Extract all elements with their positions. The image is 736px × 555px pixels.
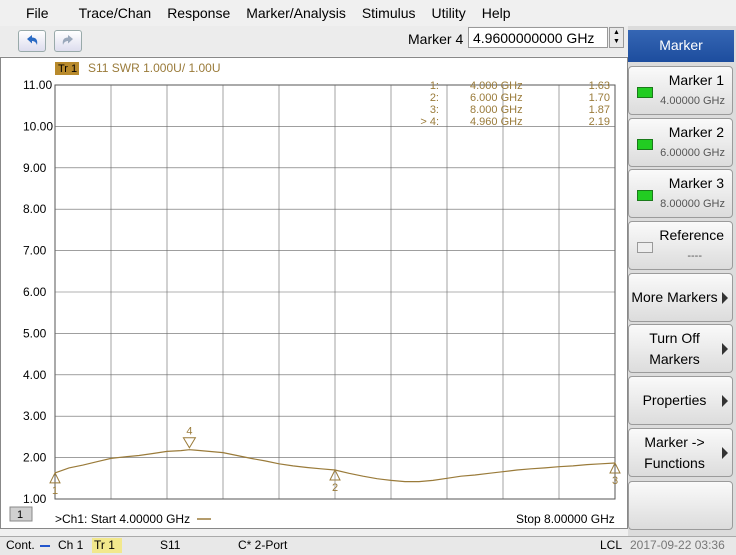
status-bar: Cont. Ch 1 Tr 1 S11 C* 2-Port LCL 2017-0… bbox=[0, 536, 736, 555]
properties-label: Properties bbox=[642, 392, 707, 408]
svg-text:3: 3 bbox=[612, 475, 618, 487]
status-calibration: C* 2-Port bbox=[238, 538, 288, 552]
reference-label: Reference bbox=[659, 227, 724, 243]
undo-button[interactable] bbox=[18, 30, 46, 52]
marker-readout-value: 1.63 bbox=[589, 80, 610, 92]
stop-frequency: Stop 8.00000 GHz bbox=[516, 512, 615, 526]
menu-stimulus[interactable]: Stimulus bbox=[354, 0, 424, 26]
y-tick-label: 9.00 bbox=[23, 161, 47, 175]
svg-text:4: 4 bbox=[186, 426, 192, 438]
marker-readout-value: 1.70 bbox=[589, 92, 610, 104]
empty-softkey-label bbox=[629, 482, 720, 529]
menu-utility[interactable]: Utility bbox=[424, 0, 474, 26]
marker-readout-table: 1: 4.000 GHz 1.63 2: 6.000 GHz 1.70 3: 8.000 GH… bbox=[420, 80, 610, 128]
menu-file[interactable]: File bbox=[0, 0, 57, 26]
menu-bar: File Trace/Chan Response Marker/Analysis… bbox=[0, 0, 736, 26]
more-markers-label: More Markers bbox=[631, 289, 718, 305]
chevron-right-icon bbox=[722, 394, 728, 407]
y-tick-label: 8.00 bbox=[23, 202, 47, 216]
y-tick-label: 10.00 bbox=[23, 119, 53, 133]
marker-1-led bbox=[637, 87, 653, 98]
marker-frequency-input[interactable]: 4.9600000000 GHz bbox=[468, 27, 608, 48]
channel-number: 1 bbox=[17, 509, 23, 521]
y-tick-label: 4.00 bbox=[23, 368, 47, 382]
turn-off-markers-button[interactable]: Turn Off Markers bbox=[628, 324, 733, 373]
y-tick-label: 7.00 bbox=[23, 244, 47, 258]
y-tick-label: 2.00 bbox=[23, 451, 47, 465]
marker-3-led bbox=[637, 190, 653, 201]
menu-marker-analysis[interactable]: Marker/Analysis bbox=[238, 0, 354, 26]
more-markers-button[interactable]: More Markers bbox=[628, 273, 733, 322]
chart-frame: 11.00 10.00 9.00 8.00 7.00 6.00 5.00 4.00 3.00 2.… bbox=[0, 57, 628, 529]
svg-text:1: 1 bbox=[52, 485, 58, 497]
marker-readout-id: 2: bbox=[430, 92, 439, 104]
active-marker-label: Marker 4 bbox=[408, 31, 464, 47]
softkey-title: Marker bbox=[628, 30, 734, 62]
y-tick-label: 3.00 bbox=[23, 409, 47, 423]
turn-off-markers-label: Turn Off Markers bbox=[649, 329, 700, 367]
status-lcl: LCL bbox=[600, 538, 623, 552]
y-tick-label: 6.00 bbox=[23, 285, 47, 299]
redo-button[interactable] bbox=[54, 30, 82, 52]
status-trace[interactable]: Tr 1 bbox=[92, 538, 122, 553]
reference-led bbox=[637, 242, 653, 253]
marker-readout-id: 1: bbox=[430, 80, 439, 92]
marker-readout-freq: 8.000 GHz bbox=[470, 104, 523, 116]
marker-frequency-spinner[interactable]: ▲ ▼ bbox=[609, 27, 624, 48]
sweep-mode[interactable]: Cont. bbox=[6, 537, 35, 554]
marker-3-button[interactable]: Marker 3 8.00000 GHz bbox=[628, 169, 733, 218]
start-frequency: >Ch1: Start 4.00000 GHz bbox=[55, 512, 190, 526]
marker-2-freq: 6.00000 GHz bbox=[660, 147, 725, 159]
marker-1-label: Marker 1 bbox=[668, 72, 724, 88]
marker-functions-label: Marker -> Functions bbox=[644, 433, 705, 471]
y-axis-labels: 11.00 10.00 9.00 8.00 7.00 6.00 5.00 4.00 3.00 2.… bbox=[23, 78, 53, 506]
marker-readout-id: > 4: bbox=[420, 116, 439, 128]
marker-readout-id: 3: bbox=[430, 104, 439, 116]
marker-readout-freq: 4.960 GHz bbox=[470, 116, 523, 128]
svg-text:2: 2 bbox=[332, 482, 338, 494]
redo-arrow-icon bbox=[62, 35, 73, 45]
empty-softkey[interactable] bbox=[628, 481, 733, 530]
marker-readout-freq: 4.000 GHz bbox=[470, 80, 523, 92]
chevron-right-icon bbox=[722, 291, 728, 304]
reference-value: ---- bbox=[687, 250, 702, 262]
marker-2-led bbox=[637, 139, 653, 150]
marker-1-button[interactable]: Marker 1 4.00000 GHz bbox=[628, 66, 733, 115]
marker-2-label: Marker 2 bbox=[668, 124, 724, 140]
swr-chart: 11.0010.009.008.007.006.005.004.003.002.… bbox=[9, 61, 621, 526]
y-tick-label: 5.00 bbox=[23, 326, 47, 340]
marker-2-button[interactable]: Marker 2 6.00000 GHz bbox=[628, 118, 733, 167]
marker-4-symbol: 4 bbox=[182, 426, 197, 449]
undo-arrow-icon bbox=[27, 35, 38, 45]
trace-tag: Tr 1 bbox=[58, 63, 77, 75]
reference-marker-button[interactable]: Reference ---- bbox=[628, 221, 733, 270]
chart-grid bbox=[54, 84, 616, 500]
marker-3-label: Marker 3 bbox=[668, 175, 724, 191]
menu-help[interactable]: Help bbox=[474, 0, 519, 26]
marker-3-freq: 8.00000 GHz bbox=[660, 198, 725, 210]
marker-readout-value: 2.19 bbox=[589, 116, 610, 128]
sweep-indicator bbox=[40, 545, 50, 547]
marker-1-freq: 4.00000 GHz bbox=[660, 95, 725, 107]
marker-readout-value: 1.87 bbox=[589, 104, 610, 116]
status-datetime: 2017-09-22 03:36 bbox=[630, 538, 725, 552]
properties-button[interactable]: Properties bbox=[628, 376, 733, 425]
trace-description: S11 SWR 1.000U/ 1.00U bbox=[88, 61, 221, 75]
chevron-right-icon bbox=[722, 446, 728, 459]
marker-readout-freq: 6.000 GHz bbox=[470, 92, 523, 104]
y-tick-label: 11.00 bbox=[23, 78, 52, 92]
menu-trace-chan[interactable]: Trace/Chan bbox=[71, 0, 160, 26]
status-channel[interactable]: Ch 1 bbox=[58, 537, 83, 554]
y-tick-label: 1.00 bbox=[23, 492, 47, 506]
status-parameter: S11 bbox=[160, 538, 181, 552]
menu-response[interactable]: Response bbox=[159, 0, 238, 26]
chevron-right-icon bbox=[722, 342, 728, 355]
marker-functions-button[interactable]: Marker -> Functions bbox=[628, 428, 733, 477]
